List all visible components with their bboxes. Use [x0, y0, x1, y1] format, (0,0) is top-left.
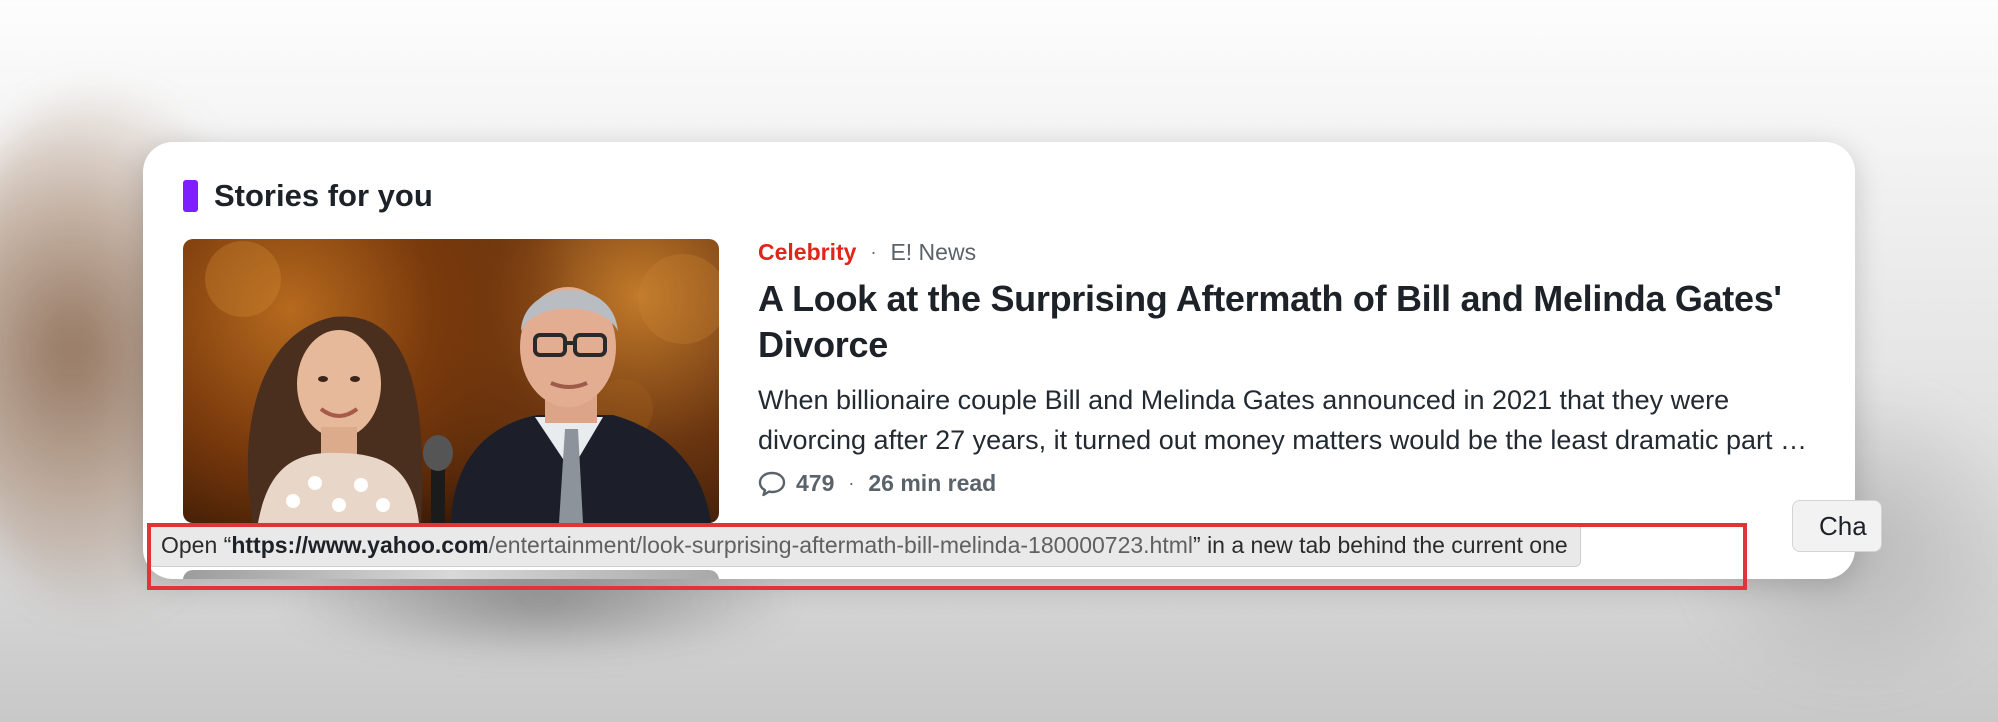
section-accent-bar	[183, 180, 198, 212]
comment-count[interactable]: 479	[796, 470, 834, 497]
next-story-thumbnail[interactable]	[183, 570, 719, 579]
read-time: 26 min read	[868, 470, 997, 496]
speech-bubble-icon[interactable]	[758, 471, 786, 497]
link-status-tooltip: Open “https://www.yahoo.com/entertainmen…	[148, 523, 1581, 567]
status-prefix: Open “	[161, 531, 232, 558]
meta-separator: ·	[870, 242, 877, 262]
status-suffix: ” in a new tab behind the current one	[1193, 531, 1568, 558]
stats-separator: ·	[848, 473, 855, 493]
story-category-link[interactable]: Celebrity	[758, 239, 856, 266]
stories-card: Stories for you Celebrity · E! News A Lo…	[143, 142, 1855, 579]
story-meta: Celebrity · E! News	[758, 239, 976, 266]
side-action-button[interactable]: Cha	[1792, 500, 1882, 552]
status-url-path: /entertainment/look-surprising-aftermath…	[488, 531, 1194, 558]
side-action-button-label: Cha	[1819, 511, 1867, 541]
status-url-domain: https://www.yahoo.com	[231, 531, 489, 558]
story-summary: When billionaire couple Bill and Melinda…	[758, 385, 1803, 455]
story-thumbnail[interactable]	[183, 239, 719, 523]
story-provider: E! News	[890, 239, 977, 265]
story-headline-link[interactable]: A Look at the Surprising Aftermath of Bi…	[758, 276, 1818, 368]
section-header: Stories for you	[183, 178, 433, 214]
story-stats: 479 · 26 min read	[758, 470, 996, 497]
story-thumbnail-illustration	[205, 241, 719, 523]
section-title: Stories for you	[214, 178, 433, 213]
